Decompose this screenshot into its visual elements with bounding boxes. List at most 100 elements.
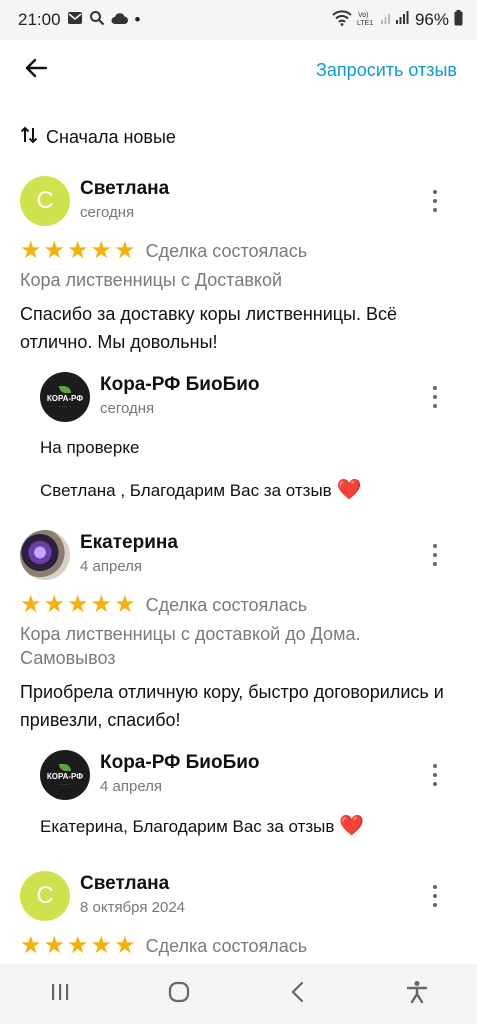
review-date: 4 апреля (80, 558, 143, 575)
answer-text: Светлана , Благодарим Вас за отзыв (40, 481, 332, 500)
rating-row: ★ ★ ★ ★ ★ Сделка состоялась (0, 933, 477, 959)
deal-status: Сделка состоялась (145, 240, 308, 261)
star-rating: ★ ★ ★ ★ ★ (20, 239, 136, 263)
more-vert-icon (433, 190, 437, 194)
rating-row: ★ ★ ★ ★ ★ Сделка состоялась (0, 238, 477, 264)
leaf-icon (59, 763, 71, 771)
answer-date: сегодня (100, 400, 155, 417)
moderation-status: На проверке (40, 438, 140, 457)
seller-logo[interactable]: КОРА-РФ ····· (40, 750, 90, 800)
accessibility-button[interactable] (397, 974, 437, 1014)
answer-more-options-button[interactable] (425, 764, 445, 786)
seller-logo-text: КОРА-РФ (46, 771, 84, 781)
sort-selector[interactable]: Сначала новые (20, 126, 176, 149)
review-card: С Светлана 8 октября 2024 ★ ★ ★ ★ ★ Сделка с… (0, 871, 477, 959)
arrow-left-icon (24, 58, 48, 83)
request-review-button[interactable]: Запросить отзыв (316, 60, 457, 81)
svg-text:LTE1: LTE1 (357, 20, 373, 26)
seller-name[interactable]: Кора-РФ БиоБио (100, 752, 260, 774)
answer-text-row: Екатерина, Благодарим Вас за отзыв ❤️ (40, 814, 457, 839)
star-icon: ★ (20, 237, 42, 264)
more-vert-icon (433, 885, 437, 889)
answer-text-row: Светлана , Благодарим Вас за отзыв ❤️ (40, 478, 457, 503)
volte-icon: Vo) LTE1 (357, 10, 375, 31)
mail-icon (67, 10, 83, 30)
deal-status: Сделка состоялась (145, 935, 308, 956)
system-nav-bar (0, 964, 477, 1024)
more-vert-icon (433, 544, 437, 548)
item-title[interactable]: Кора лиственницы с Доставкой (0, 264, 477, 292)
recent-apps-icon (49, 982, 71, 1007)
reviewer-name[interactable]: Светлана (80, 873, 169, 895)
star-icon: ★ (20, 932, 42, 959)
star-icon: ★ (90, 591, 113, 618)
star-icon: ★ (67, 591, 89, 618)
review-date: сегодня (80, 204, 135, 221)
item-title[interactable]: Кора лиственницы с доставкой до Дома. Са… (0, 618, 477, 670)
reviewer-name[interactable]: Светлана (80, 178, 169, 200)
answer-more-options-button[interactable] (425, 386, 445, 408)
search-icon (89, 10, 105, 31)
app-bar: Запросить отзыв (0, 40, 477, 100)
answer-date: 4 апреля (100, 778, 163, 795)
battery-percent: 96% (414, 10, 449, 29)
review-date: 8 октября 2024 (80, 899, 185, 916)
star-icon: ★ (67, 932, 89, 959)
star-icon: ★ (90, 932, 113, 959)
signal-icon (380, 10, 410, 30)
star-icon: ★ (20, 591, 42, 618)
avatar[interactable]: С (20, 871, 70, 921)
more-options-button[interactable] (425, 885, 445, 907)
seller-answer: КОРА-РФ ····· Кора-РФ БиоБио 4 апреля Ек… (0, 750, 477, 839)
home-button[interactable] (159, 974, 199, 1014)
seller-logo[interactable]: КОРА-РФ ····· (40, 372, 90, 422)
wifi-icon (332, 9, 352, 31)
more-vert-icon (433, 386, 437, 390)
star-icon: ★ (67, 237, 89, 264)
accessibility-icon (406, 980, 428, 1009)
home-icon (168, 981, 190, 1008)
recent-apps-button[interactable] (40, 974, 80, 1014)
review-text: Спасибо за доставку коры лиственницы. Вс… (20, 304, 398, 352)
heart-emoji: ❤️ (336, 479, 362, 501)
answer-text: Екатерина, Благодарим Вас за отзыв (40, 817, 335, 836)
back-button[interactable] (22, 56, 50, 84)
leaf-icon (59, 385, 71, 393)
status-time: 21:00 (18, 10, 61, 29)
star-icon: ★ (43, 237, 66, 264)
review-card: С Светлана сегодня ★ ★ ★ ★ ★ Сделка состояла… (0, 176, 477, 503)
star-rating: ★ ★ ★ ★ ★ (20, 934, 136, 958)
review-card: Екатерина 4 апреля ★ ★ ★ ★ ★ Сделка состояла… (0, 530, 477, 839)
reviewer-name[interactable]: Екатерина (80, 532, 178, 554)
sort-label: Сначала новые (46, 127, 176, 147)
battery-icon (454, 9, 463, 31)
star-icon: ★ (114, 591, 136, 618)
star-icon: ★ (43, 591, 66, 618)
svg-text:Vo): Vo) (358, 12, 369, 19)
star-icon: ★ (114, 237, 136, 264)
more-options-button[interactable] (425, 544, 445, 566)
status-bar: 21:00 • Vo) LTE1 96% (0, 0, 477, 40)
star-rating: ★ ★ ★ ★ ★ (20, 593, 136, 617)
rating-row: ★ ★ ★ ★ ★ Сделка состоялась (0, 592, 477, 618)
back-nav-button[interactable] (278, 974, 318, 1014)
seller-logo-sub: ····· (59, 403, 71, 409)
avatar[interactable]: С (20, 176, 70, 226)
more-vert-icon (433, 764, 437, 768)
notification-dot: • (134, 10, 141, 29)
back-icon (290, 981, 306, 1008)
cloud-icon (111, 10, 129, 30)
star-icon: ★ (90, 237, 113, 264)
sort-arrows-icon (20, 126, 38, 149)
avatar[interactable] (20, 530, 70, 580)
review-text: Приобрела отличную кору, быстро договори… (20, 682, 444, 730)
seller-name[interactable]: Кора-РФ БиоБио (100, 374, 260, 396)
seller-logo-sub: ····· (59, 781, 71, 787)
seller-logo-text: КОРА-РФ (46, 393, 84, 403)
star-icon: ★ (43, 932, 66, 959)
star-icon: ★ (114, 932, 136, 959)
more-options-button[interactable] (425, 190, 445, 212)
heart-emoji: ❤️ (339, 815, 365, 837)
deal-status: Сделка состоялась (145, 594, 308, 615)
seller-answer: КОРА-РФ ····· Кора-РФ БиоБио сегодня На … (0, 372, 477, 503)
